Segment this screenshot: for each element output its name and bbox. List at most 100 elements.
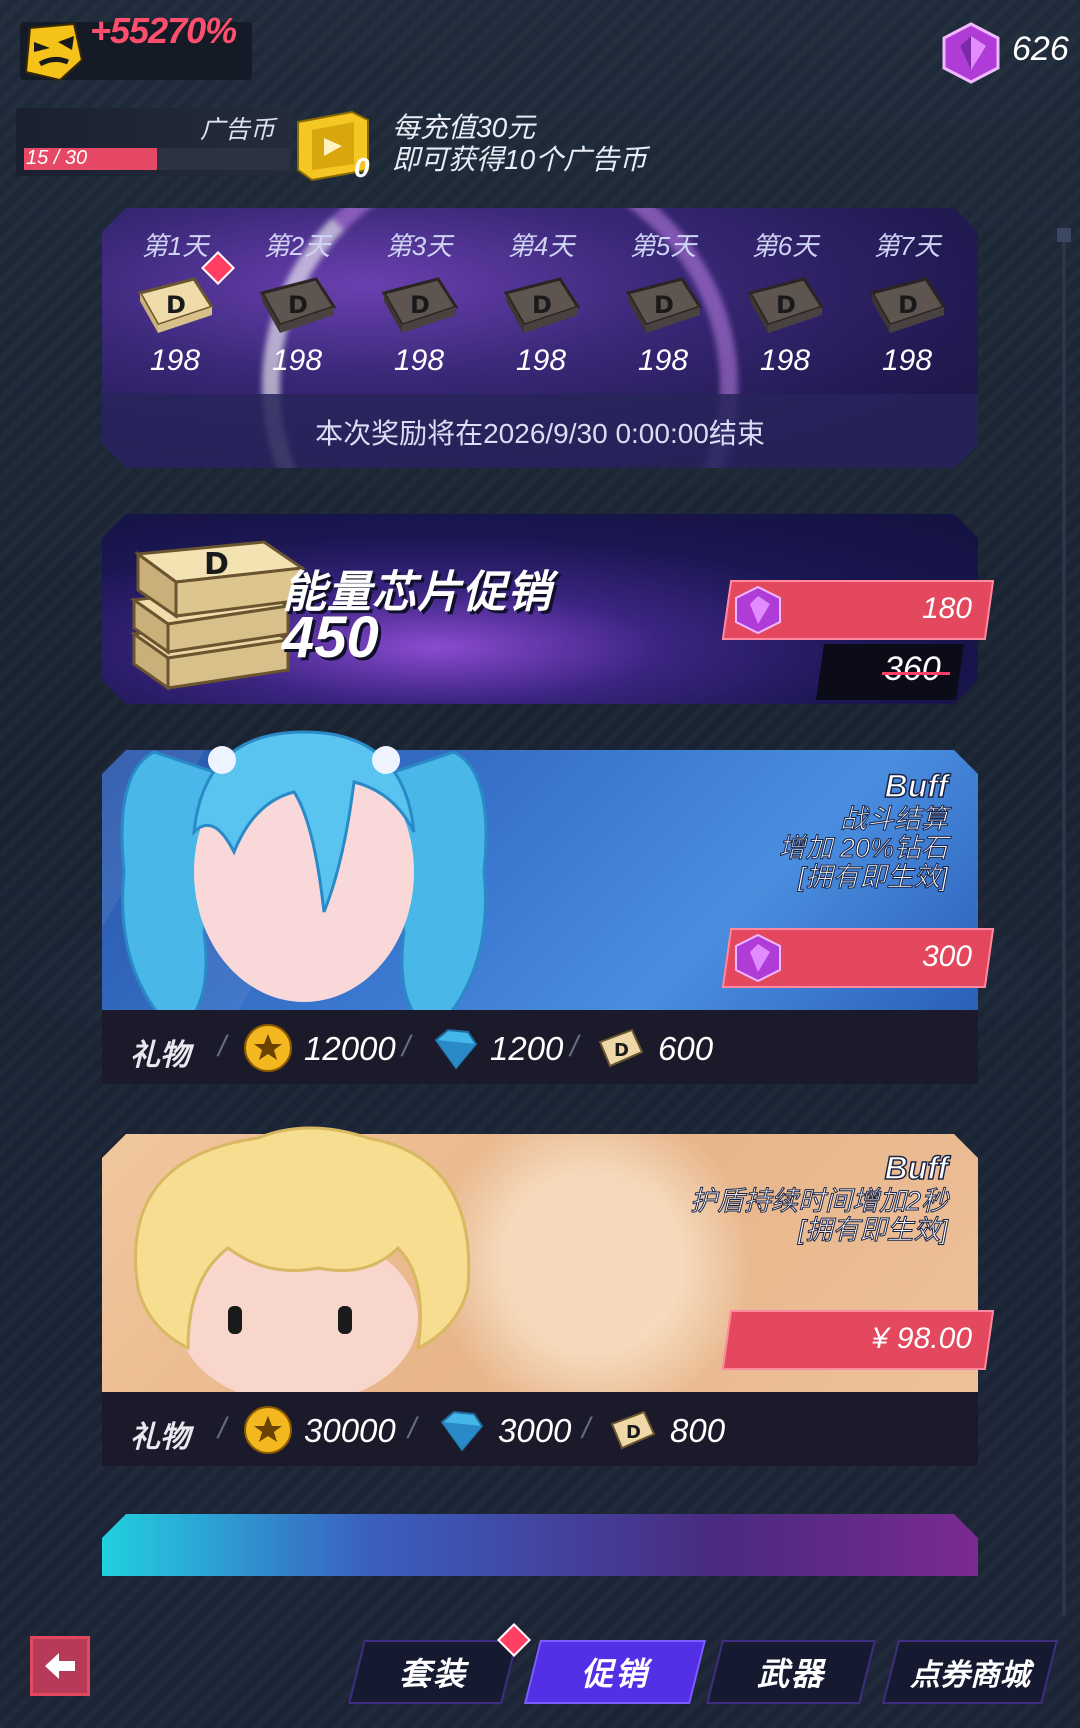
blue-price-gem-icon xyxy=(735,933,781,983)
svg-text:D: D xyxy=(614,1040,629,1061)
blue-buff-title: Buff xyxy=(884,767,949,805)
signin-day-3[interactable]: 第3天 D 198 xyxy=(364,226,474,378)
chip-original-price: 360 xyxy=(884,650,941,688)
gem-count: 626 xyxy=(1012,30,1069,68)
blonde-bob-hair-image xyxy=(134,1126,471,1404)
signin-day-label: 第2天 xyxy=(263,231,331,261)
gift-separator: / xyxy=(408,1412,417,1445)
blue-gift-diamonds: 1200 xyxy=(490,1030,564,1067)
chip-promo-count: 450 xyxy=(282,605,379,670)
energy-chip-icon: D xyxy=(259,277,337,333)
signin-day-reward: 198 xyxy=(393,344,445,377)
svg-text:D: D xyxy=(898,291,918,319)
energy-chip-icon: D xyxy=(381,277,459,333)
back-arrow-icon xyxy=(45,1653,75,1679)
signin-day-label: 第7天 xyxy=(873,231,941,261)
energy-chip-icon: D xyxy=(503,277,581,333)
svg-text:D: D xyxy=(626,1422,641,1443)
ad-note-line-1: 每充值30元 xyxy=(392,112,536,143)
next-promo-card[interactable] xyxy=(102,1514,978,1576)
blonde-buff-title: Buff xyxy=(884,1149,949,1187)
ad-coin-note: 每充值30元 即可获得10个广告币 xyxy=(392,112,647,176)
chip-price-gem-icon xyxy=(735,585,781,635)
tab-promotion[interactable]: 促销 xyxy=(524,1640,706,1704)
tab-outfit[interactable]: 套装 xyxy=(348,1640,518,1704)
signin-day-reward: 198 xyxy=(637,344,689,377)
chip-price: 180 xyxy=(921,592,972,625)
svg-text:D: D xyxy=(288,291,308,319)
gold-coin-icon xyxy=(244,1024,292,1072)
energy-chip-icon: D xyxy=(625,277,703,333)
energy-chip-icon: D xyxy=(610,1410,656,1450)
blue-buff-text: Buff 战斗结算 增加 20%钻石 [拥有即生效] xyxy=(778,767,949,892)
blonde-buff-line-1: 护盾持续时间增加2秒 xyxy=(689,1186,948,1216)
energy-chip-icon: D xyxy=(747,277,825,333)
gift-separator: / xyxy=(570,1030,579,1063)
blue-diamond-icon xyxy=(434,1028,478,1070)
signin-end-text: 本次奖励将在2026/9/30 0:00:00结束 xyxy=(315,418,765,449)
svg-text:D: D xyxy=(410,291,430,319)
gold-coin-icon xyxy=(244,1406,292,1454)
svg-text:D: D xyxy=(654,291,674,319)
blue-gift-coins: 12000 xyxy=(304,1030,396,1067)
tab-coupon-store-label: 点券商城 xyxy=(910,1659,1030,1692)
svg-text:D: D xyxy=(166,291,186,319)
purple-gem-icon xyxy=(942,22,1000,84)
gift-separator: / xyxy=(218,1412,227,1445)
ad-coin-count: 0 xyxy=(354,152,370,183)
scrollbar-track[interactable] xyxy=(1062,236,1066,1616)
signin-day-7[interactable]: 第7天 D 198 xyxy=(852,226,962,378)
tab-weapons-label: 武器 xyxy=(756,1656,825,1692)
svg-text:D: D xyxy=(204,547,229,582)
signin-day-1[interactable]: 第1天 D 198 xyxy=(120,226,230,378)
signin-day-reward: 198 xyxy=(881,344,933,377)
blue-twintails-hair-image xyxy=(120,730,488,1034)
gift-separator: / xyxy=(402,1030,411,1063)
signin-day-reward: 198 xyxy=(149,344,201,377)
blonde-buff-text: Buff 护盾持续时间增加2秒 [拥有即生效] xyxy=(689,1149,949,1245)
ad-coin-label: 广告币 xyxy=(200,116,276,144)
signin-day-4[interactable]: 第4天 D 198 xyxy=(486,226,596,378)
signin-day-label: 第6天 xyxy=(751,231,819,261)
energy-chip-icon: D xyxy=(598,1028,644,1068)
ad-note-line-2: 即可获得10个广告币 xyxy=(392,144,648,175)
blue-diamond-icon xyxy=(440,1410,484,1452)
tab-promotion-label: 促销 xyxy=(580,1656,649,1692)
blue-buff-line-3: [拥有即生效] xyxy=(797,862,948,892)
blonde-gift-diamonds: 3000 xyxy=(498,1412,572,1449)
blue-gift-chips: 600 xyxy=(658,1030,714,1067)
signin-day-5[interactable]: 第5天 D 198 xyxy=(608,226,718,378)
blue-buff-line-1: 战斗结算 xyxy=(840,804,949,834)
gift-separator: / xyxy=(218,1030,227,1063)
signin-day-reward: 198 xyxy=(515,344,567,377)
ad-coin-progress-text: 15 / 30 xyxy=(26,147,88,169)
tab-weapons[interactable]: 武器 xyxy=(706,1640,876,1704)
blonde-price: ¥ 98.00 xyxy=(871,1322,972,1355)
blonde-gift-coins: 30000 xyxy=(304,1412,396,1449)
signin-day-label: 第4天 xyxy=(507,231,575,261)
blonde-gift-chips: 800 xyxy=(670,1412,726,1449)
blue-gift-label: 礼物 xyxy=(130,1039,190,1072)
tab-outfit-label: 套装 xyxy=(398,1656,467,1692)
scrollbar-thumb[interactable] xyxy=(1057,228,1071,242)
signin-day-label: 第3天 xyxy=(385,231,453,261)
boost-percentage: +55270% xyxy=(90,10,237,51)
energy-chip-icon: D xyxy=(137,277,215,333)
chip-original-strike xyxy=(882,672,950,675)
blue-buff-line-2: 增加 20%钻石 xyxy=(778,833,949,863)
blue-price: 300 xyxy=(921,940,972,973)
angry-face-icon xyxy=(24,22,84,82)
signin-day-label: 第5天 xyxy=(629,231,697,261)
signin-day-6[interactable]: 第6天 D 198 xyxy=(730,226,840,378)
tab-coupon-store[interactable]: 点券商城 xyxy=(882,1640,1058,1704)
blonde-buff-line-2: [拥有即生效] xyxy=(797,1215,948,1245)
gift-separator: / xyxy=(582,1412,591,1445)
svg-text:D: D xyxy=(532,291,552,319)
svg-text:D: D xyxy=(776,291,796,319)
back-button[interactable] xyxy=(30,1636,90,1696)
signin-day-2[interactable]: 第2天 D 198 xyxy=(242,226,352,378)
energy-chip-icon: D xyxy=(869,277,947,333)
signin-day-reward: 198 xyxy=(271,344,323,377)
blonde-gift-label: 礼物 xyxy=(130,1421,190,1454)
signin-day-reward: 198 xyxy=(759,344,811,377)
